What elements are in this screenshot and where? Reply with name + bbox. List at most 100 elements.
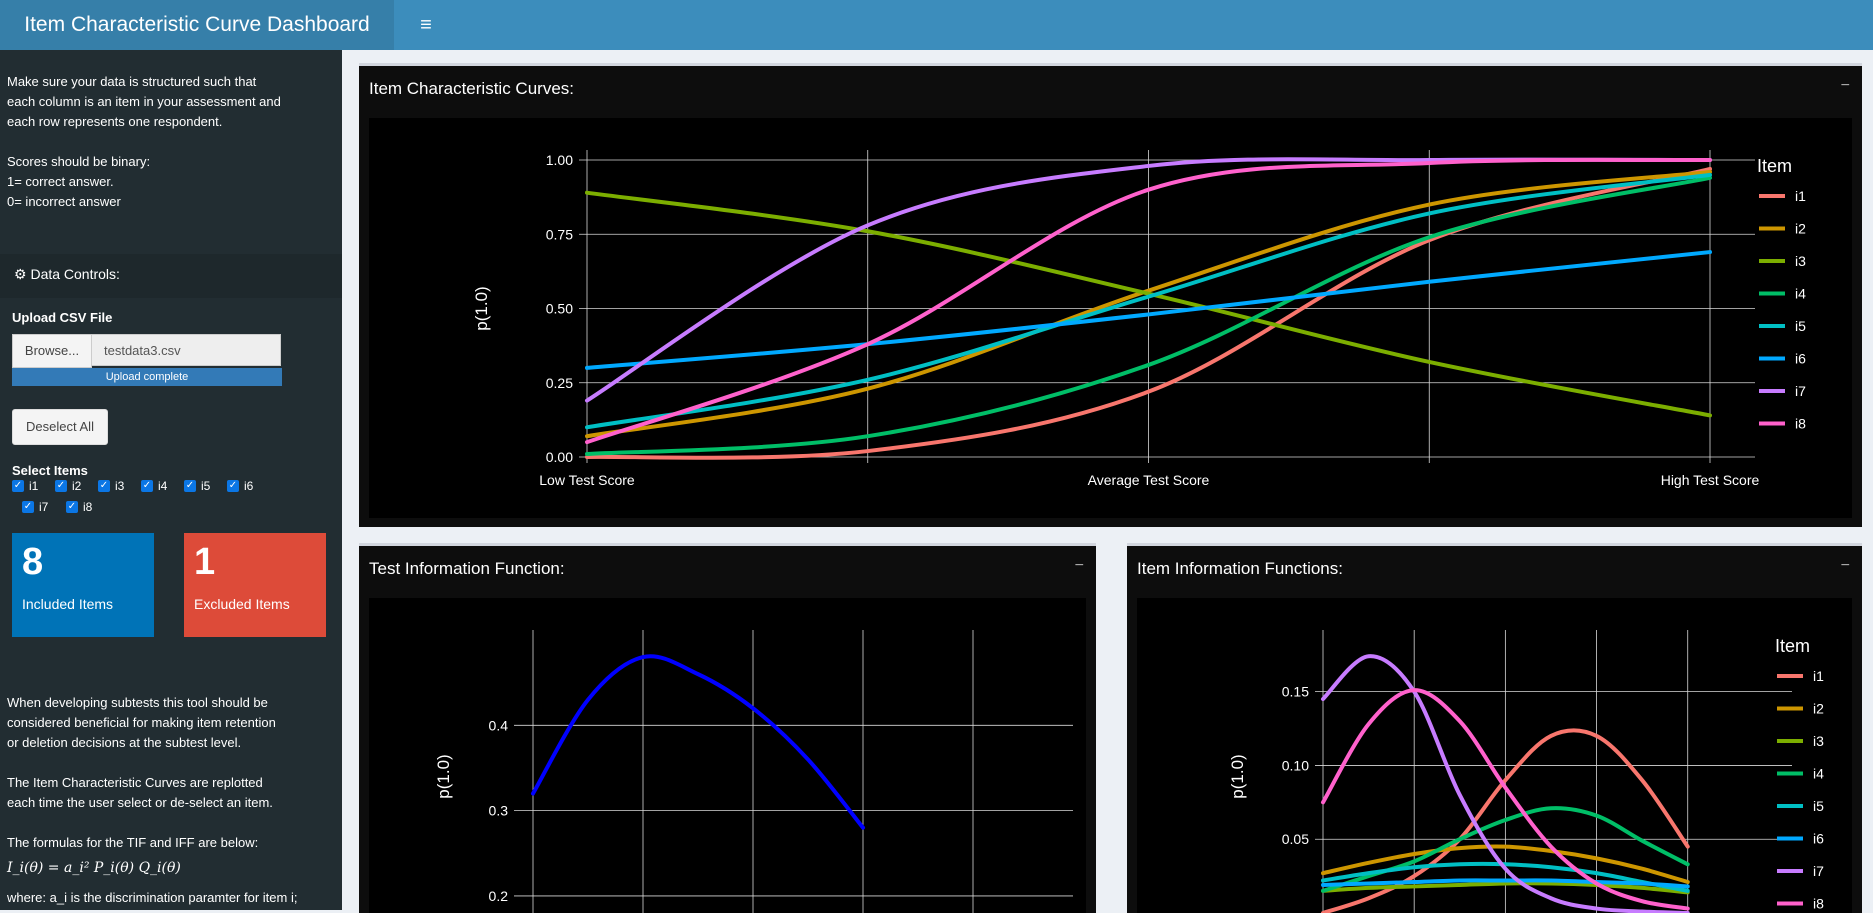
data-controls-text: Data Controls: [30, 266, 120, 282]
y-tick-label: 0.15 [1282, 684, 1309, 700]
iif-panel: Item Information Functions: − 0.05 0.10 0.… [1127, 543, 1862, 913]
y-tick-label: 0.3 [489, 803, 509, 819]
legend-label: i3 [1813, 733, 1824, 749]
upload-progress-bar: Upload complete [12, 368, 282, 386]
legend-label: i5 [1795, 318, 1806, 334]
item-checkbox-label: i5 [201, 479, 211, 493]
icc-panel: Item Characteristic Curves: − 0.00 0.25 0.… [359, 63, 1862, 527]
item-checkbox-label: i8 [83, 500, 93, 514]
included-count: 8 [22, 541, 44, 583]
y-tick-label: 0.75 [546, 226, 573, 242]
icc-chart: 0.00 0.25 0.50 0.75 1.00 Low Test Score Averag… [472, 150, 1806, 488]
legend-title: Item [1775, 636, 1810, 656]
legend-label: i4 [1795, 286, 1806, 302]
iif-panel-title: Item Information Functions: [1137, 559, 1343, 578]
intro-line: each column is an item in your assessmen… [7, 94, 281, 109]
legend-label: i5 [1813, 798, 1824, 814]
legend-label: i6 [1795, 351, 1806, 367]
excluded-items-box: 1 Excluded Items [184, 533, 326, 637]
app-title: Item Characteristic Curve Dashboard [0, 0, 394, 50]
legend-label: i3 [1795, 253, 1806, 269]
formula-note: where: a_i is the discrimination paramte… [7, 890, 298, 905]
legend-label: i1 [1795, 188, 1806, 204]
item-checkbox-label: i6 [244, 479, 254, 493]
legend-label: i7 [1813, 863, 1824, 879]
note-line: each time the user select or de-select a… [7, 795, 273, 810]
included-label: Included Items [22, 596, 114, 612]
item-checkbox-i6[interactable]: ✓ i6 [227, 479, 253, 493]
item-checkbox-label: i1 [29, 479, 39, 493]
x-tick-label: Low Test Score [539, 472, 635, 488]
select-items-label: Select Items [12, 463, 88, 478]
legend-label: i2 [1795, 221, 1806, 237]
item-checkbox-label: i7 [39, 500, 49, 514]
intro-line: Scores should be binary: [7, 154, 151, 169]
iif-plot: 0.05 0.10 0.15 p(1.0) Item i1 i2 i3 i4 i5 i6 i7 i8 [1137, 598, 1852, 913]
series-line-tif [531, 654, 865, 830]
item-checkbox-label: i2 [72, 479, 82, 493]
intro-line: 0= incorrect answer [7, 194, 121, 209]
item-checkbox-i7[interactable]: ✓ i7 [22, 500, 48, 514]
legend-label: i8 [1813, 896, 1824, 912]
excluded-label: Excluded Items [194, 596, 290, 612]
tif-formula: I_i(θ) = a_i² P_i(θ) Q_i(θ) [7, 860, 181, 876]
y-tick-label: 0.2 [489, 888, 509, 904]
deselect-all-button[interactable]: Deselect All [12, 409, 108, 445]
icc-plot: 0.00 0.25 0.50 0.75 1.00 Low Test Score Averag… [369, 118, 1852, 518]
legend-label: i1 [1813, 668, 1824, 684]
hamburger-icon[interactable]: ≡ [406, 0, 446, 50]
note-line: considered beneficial for making item re… [7, 715, 276, 730]
checkbox-checked-icon[interactable]: ✓ [227, 480, 239, 492]
item-checkbox-i4[interactable]: ✓ i4 [141, 479, 167, 493]
checkbox-checked-icon[interactable]: ✓ [141, 480, 153, 492]
tif-panel: Test Information Function: − 0.2 0.3 0.4 p(… [359, 543, 1096, 913]
upload-label: Upload CSV File [12, 310, 113, 325]
icc-panel-title: Item Characteristic Curves: [369, 79, 574, 98]
y-tick-label: 1.00 [546, 152, 573, 168]
checkbox-checked-icon[interactable]: ✓ [184, 480, 196, 492]
collapse-icon[interactable]: − [1841, 66, 1850, 111]
data-controls-label[interactable]: ⚙ Data Controls: [14, 266, 120, 283]
note-line: When developing subtests this tool shoul… [7, 695, 268, 710]
y-tick-label: 0.05 [1282, 831, 1309, 847]
file-upload: Browse... testdata3.csv [12, 334, 282, 368]
excluded-count: 1 [194, 541, 216, 583]
gear-icon: ⚙ [14, 266, 27, 282]
legend-label: i2 [1813, 701, 1824, 717]
tif-panel-title: Test Information Function: [369, 559, 565, 578]
item-checkbox-i2[interactable]: ✓ i2 [55, 479, 81, 493]
item-checkbox-label: i4 [158, 479, 168, 493]
collapse-icon[interactable]: − [1841, 546, 1850, 591]
item-checkbox-i3[interactable]: ✓ i3 [98, 479, 124, 493]
note-line: The Item Characteristic Curves are replo… [7, 775, 263, 790]
x-tick-label: Average Test Score [1088, 472, 1210, 488]
intro-line: each row represents one respondent. [7, 114, 223, 129]
intro-line: Make sure your data is structured such t… [7, 74, 257, 89]
note-line: or deletion decisions at the subtest lev… [7, 735, 242, 750]
collapse-icon[interactable]: − [1075, 546, 1084, 591]
note-line: The formulas for the TIF and IFF are bel… [7, 835, 259, 850]
file-name-field[interactable]: testdata3.csv [91, 334, 281, 366]
top-navbar: Item Characteristic Curve Dashboard ≡ [0, 0, 1873, 50]
item-checkbox-i5[interactable]: ✓ i5 [184, 479, 210, 493]
y-axis-label: p(1.0) [472, 286, 491, 330]
y-tick-label: 0.10 [1282, 757, 1309, 773]
y-tick-label: 0.4 [489, 717, 509, 733]
intro-line: 1= correct answer. [7, 174, 114, 189]
tif-chart: 0.2 0.3 0.4 p(1.0) [434, 630, 1073, 913]
checkbox-checked-icon[interactable]: ✓ [12, 480, 24, 492]
legend-label: i4 [1813, 766, 1824, 782]
y-tick-label: 0.25 [546, 375, 573, 391]
checkbox-checked-icon[interactable]: ✓ [98, 480, 110, 492]
item-checkbox-i1[interactable]: ✓ i1 [12, 479, 38, 493]
legend-title: Item [1757, 156, 1792, 176]
sidebar: Make sure your data is structured such t… [0, 50, 342, 910]
item-checkbox-i8[interactable]: ✓ i8 [66, 500, 92, 514]
browse-button[interactable]: Browse... [12, 334, 92, 368]
checkbox-checked-icon[interactable]: ✓ [66, 501, 78, 513]
checkbox-checked-icon[interactable]: ✓ [22, 501, 34, 513]
y-tick-label: 0.50 [546, 301, 573, 317]
checkbox-checked-icon[interactable]: ✓ [55, 480, 67, 492]
legend-label: i6 [1813, 831, 1824, 847]
legend-label: i8 [1795, 416, 1806, 432]
